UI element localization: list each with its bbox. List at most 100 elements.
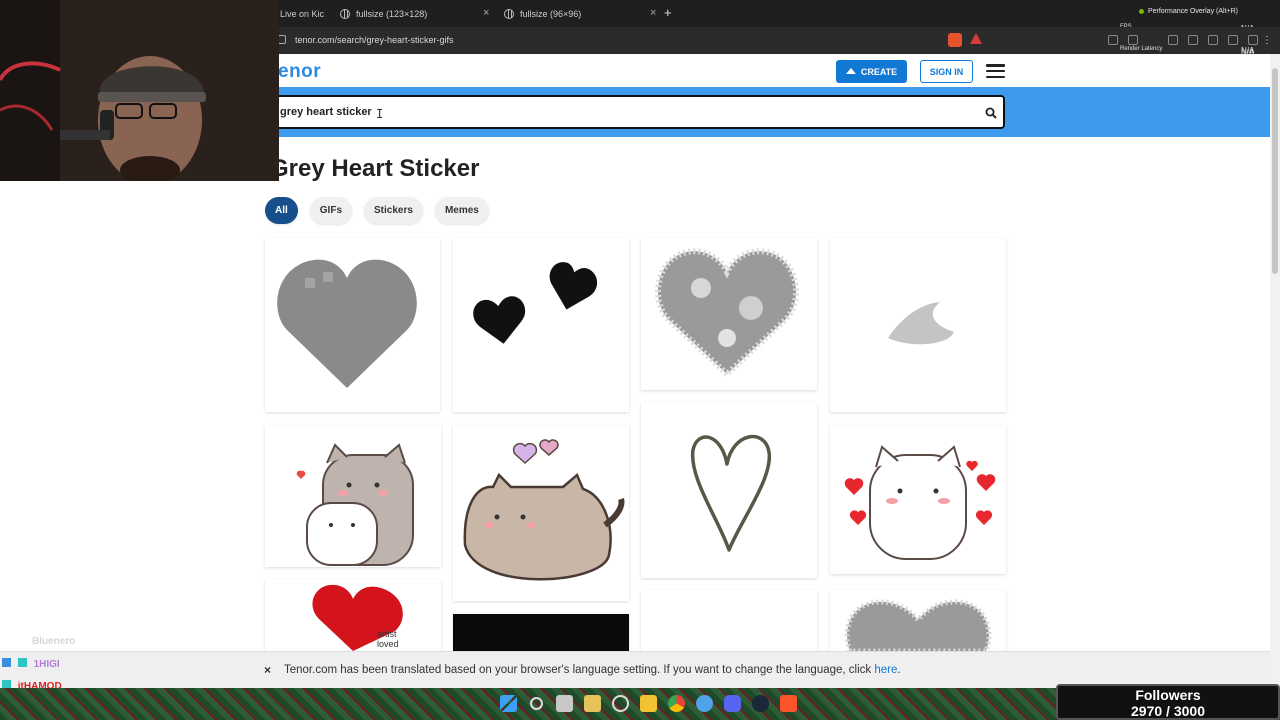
music-icon[interactable] <box>1168 35 1178 45</box>
result-tile[interactable]: artist loved <box>265 579 441 651</box>
badge-icon <box>17 658 27 667</box>
clock-icon[interactable] <box>612 695 629 712</box>
loved-text: loved <box>377 639 399 649</box>
result-tile[interactable] <box>830 238 1006 412</box>
pusheen-hearts-image <box>463 439 625 581</box>
tab-label: fullsize (96×96) <box>520 8 582 19</box>
screenshot-icon[interactable] <box>1128 35 1138 45</box>
chrome-icon[interactable] <box>668 695 685 712</box>
site-info-icon[interactable] <box>278 35 286 44</box>
brave-icon[interactable] <box>780 695 797 712</box>
result-tile[interactable] <box>265 238 440 412</box>
create-label: CREATE <box>860 66 898 77</box>
new-tab-button[interactable]: + <box>664 5 672 20</box>
result-tile[interactable] <box>453 614 629 651</box>
create-button[interactable]: CREATE <box>836 60 907 83</box>
file-explorer-icon[interactable] <box>640 695 657 712</box>
overlay-extra-value: N/A <box>1241 48 1255 57</box>
badge-icon <box>2 658 11 667</box>
two-black-hearts-image <box>473 262 598 344</box>
result-tile[interactable] <box>830 425 1006 574</box>
tenor-logo[interactable]: enor <box>278 61 321 83</box>
upload-icon <box>845 67 856 74</box>
wallet-icon[interactable] <box>1208 35 1218 45</box>
chat-message: Bluenero <box>32 636 75 647</box>
grey-heart-flat-image <box>888 302 954 345</box>
discord-icon[interactable] <box>724 695 741 712</box>
result-tile[interactable] <box>641 238 817 390</box>
search-input[interactable]: grey heart sticker I <box>272 95 1005 129</box>
sidebar-icon[interactable] <box>1188 35 1198 45</box>
page-scrollbar[interactable] <box>1270 54 1280 688</box>
url-field[interactable]: tenor.com/search/grey-heart-sticker-gifs <box>295 35 454 45</box>
webcam-overlay <box>0 0 279 181</box>
task-view-icon[interactable] <box>556 695 573 712</box>
result-tile[interactable] <box>265 425 441 567</box>
followers-label: Followers <box>1135 687 1201 703</box>
toolbar-icons <box>1108 35 1258 45</box>
notice-close-button[interactable]: × <box>264 663 271 677</box>
result-tile[interactable] <box>641 402 817 578</box>
cats-hugging-image <box>296 443 414 566</box>
vpn-icon[interactable] <box>1248 35 1258 45</box>
sign-in-button[interactable]: SIGN IN <box>920 60 973 83</box>
filter-pills: All GIFs Stickers Memes <box>265 197 489 224</box>
chat-message: 1HIGI <box>2 658 60 670</box>
brave-rewards-icon[interactable] <box>970 33 982 44</box>
close-icon[interactable]: × <box>483 7 489 19</box>
notice-message: Tenor.com has been translated based on y… <box>284 664 875 676</box>
glitter-heart-image <box>655 248 799 379</box>
translation-notice: × Tenor.com has been translated based on… <box>0 651 1270 688</box>
artist-loved-heart-image: artist loved <box>312 584 403 651</box>
result-tile[interactable] <box>453 238 629 412</box>
change-language-link[interactable]: here <box>874 664 897 676</box>
tab-label: fullsize (123×128) <box>356 8 428 19</box>
hamburger-menu-icon[interactable] <box>986 64 1005 78</box>
filter-all[interactable]: All <box>265 197 298 224</box>
scrollbar-thumb[interactable] <box>1272 68 1278 274</box>
search-icon[interactable] <box>530 697 543 710</box>
chat-username: Bluenero <box>32 636 76 647</box>
close-icon[interactable]: × <box>650 7 656 19</box>
filter-memes[interactable]: Memes <box>434 197 489 224</box>
widgets-icon[interactable] <box>584 695 601 712</box>
notice-text: Tenor.com has been translated based on y… <box>284 664 901 676</box>
white-cat-hearts-image <box>844 445 996 560</box>
chat-username: 1HIGI <box>33 659 60 670</box>
brave-shield-icon[interactable] <box>948 33 962 47</box>
streamer-webcam-image <box>0 0 279 181</box>
result-tile[interactable] <box>453 425 629 601</box>
extension-icons <box>948 33 982 47</box>
filter-stickers[interactable]: Stickers <box>364 197 423 224</box>
browser-icon[interactable] <box>696 695 713 712</box>
outline-heart-image <box>690 434 771 552</box>
taskbar-icons <box>500 695 797 712</box>
tab-label: Live on Kic <box>280 8 325 19</box>
performance-overlay: Performance Overlay (Alt+R) <box>1138 8 1238 15</box>
result-tile[interactable] <box>641 590 817 651</box>
tab-kick[interactable]: Live on Kic <box>270 0 334 27</box>
pixel-grey-heart-image <box>277 259 417 388</box>
tab-fullsize-96[interactable]: fullsize (96×96) <box>494 0 591 27</box>
render-latency-label: Render Latency <box>1120 46 1163 52</box>
tab-fullsize-123[interactable]: fullsize (123×128) <box>330 0 437 27</box>
search-input-value: grey heart sticker <box>280 106 372 118</box>
steam-icon[interactable] <box>752 695 769 712</box>
notice-end: . <box>897 664 901 676</box>
globe-icon <box>504 8 514 19</box>
glitter-heart-image <box>844 599 992 651</box>
nvidia-icon <box>1138 9 1144 14</box>
page-title: Grey Heart Sticker <box>270 155 480 182</box>
performance-overlay-label: Performance Overlay (Alt+R) <box>1147 8 1238 15</box>
windows-start-icon[interactable] <box>500 695 517 712</box>
artist-text: artist <box>377 629 397 639</box>
search-icon[interactable] <box>985 107 997 119</box>
followers-count: 2970 / 3000 <box>1131 703 1205 719</box>
browser-menu-icon[interactable]: ⋮ <box>1262 35 1272 46</box>
text-cursor-icon: I <box>376 107 384 121</box>
result-tile[interactable] <box>830 590 1006 651</box>
followers-goal-widget: Followers 2970 / 3000 <box>1056 684 1280 720</box>
filter-gifs[interactable]: GIFs <box>309 197 353 224</box>
extension-icon[interactable] <box>1108 35 1118 45</box>
leo-icon[interactable] <box>1228 35 1238 45</box>
